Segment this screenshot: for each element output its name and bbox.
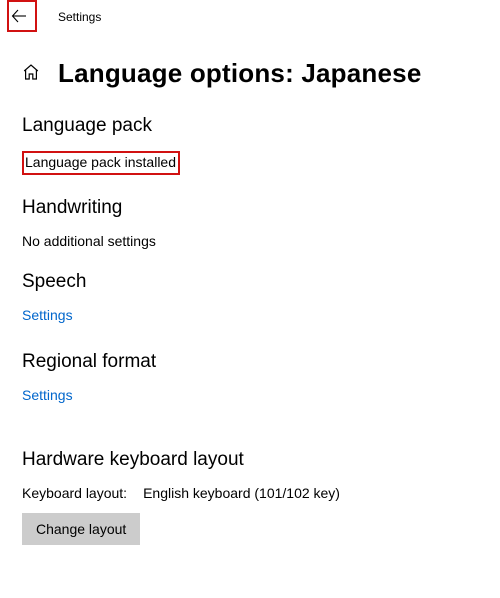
page-header: Language options: Japanese bbox=[22, 58, 478, 89]
page-body: Language options: Japanese Language pack… bbox=[0, 34, 500, 567]
page-title: Language options: Japanese bbox=[58, 58, 422, 89]
heading-hardware-keyboard: Hardware keyboard layout bbox=[22, 449, 478, 471]
back-arrow-icon bbox=[11, 8, 27, 27]
heading-speech: Speech bbox=[22, 271, 478, 293]
heading-language-pack: Language pack bbox=[22, 115, 478, 137]
change-layout-button[interactable]: Change layout bbox=[22, 513, 140, 545]
titlebar: Settings bbox=[0, 0, 500, 34]
heading-regional-format: Regional format bbox=[22, 351, 478, 373]
window-title: Settings bbox=[38, 10, 101, 24]
highlight-language-pack-status: Language pack installed bbox=[22, 151, 180, 175]
back-button[interactable] bbox=[0, 0, 38, 34]
regional-settings-link[interactable]: Settings bbox=[22, 387, 73, 403]
keyboard-layout-value: English keyboard (101/102 key) bbox=[143, 485, 340, 501]
keyboard-layout-label: Keyboard layout: bbox=[22, 485, 127, 501]
home-icon[interactable] bbox=[22, 63, 40, 84]
heading-handwriting: Handwriting bbox=[22, 197, 478, 219]
handwriting-status: No additional settings bbox=[22, 233, 478, 249]
language-pack-status: Language pack installed bbox=[25, 154, 176, 170]
speech-settings-link[interactable]: Settings bbox=[22, 307, 73, 323]
keyboard-layout-row: Keyboard layout: English keyboard (101/1… bbox=[22, 485, 478, 501]
